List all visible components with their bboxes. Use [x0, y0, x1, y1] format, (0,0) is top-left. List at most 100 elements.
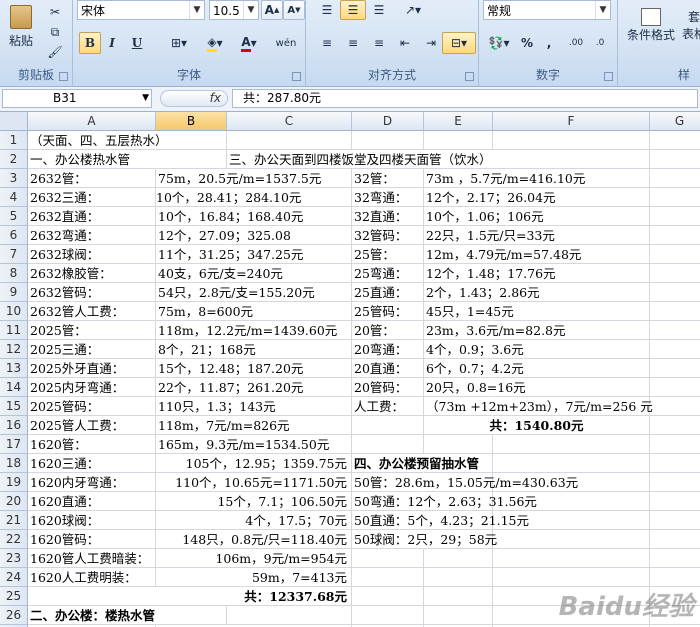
cell-e1[interactable]: [424, 131, 493, 150]
paste-button[interactable]: 粘贴: [4, 2, 38, 52]
cell-d17[interactable]: [352, 435, 424, 454]
row-header[interactable]: 10: [0, 302, 28, 321]
row-header[interactable]: 12: [0, 340, 28, 359]
cell-a23[interactable]: 1620管人工费暗装：: [28, 549, 156, 568]
cell-d14[interactable]: 20管码：: [352, 378, 424, 397]
increase-decimal-icon[interactable]: .00: [563, 32, 589, 54]
phonetic-button[interactable]: wén: [269, 32, 303, 54]
cell-a21[interactable]: 1620球阀：: [28, 511, 156, 530]
cell-a4[interactable]: 2632三通：: [28, 188, 156, 207]
row-header[interactable]: 6: [0, 226, 28, 245]
select-all-corner[interactable]: [0, 112, 28, 131]
cell-e10[interactable]: 45只，1=45元: [424, 302, 514, 321]
cell-b18[interactable]: 105个，12.95；1359.75元: [156, 454, 352, 473]
cell-d5[interactable]: 32直通：: [352, 207, 424, 226]
alignment-launcher-icon[interactable]: [465, 72, 474, 81]
cell-g1[interactable]: [650, 131, 700, 150]
cell-a7[interactable]: 2632球阀：: [28, 245, 156, 264]
cell-g14[interactable]: [650, 378, 700, 397]
cell-b4[interactable]: 10个，28.41；284.10元: [156, 188, 301, 207]
borders-icon[interactable]: ⊞▾: [163, 32, 195, 54]
cell-d9[interactable]: 25直通：: [352, 283, 424, 302]
cell-b13[interactable]: 15个，12.48；187.20元: [156, 359, 303, 378]
insert-function-button[interactable]: fx: [160, 90, 228, 107]
cell-d7[interactable]: 25管：: [352, 245, 424, 264]
row-header[interactable]: 19: [0, 473, 28, 492]
cell-a25[interactable]: 共：12337.68元: [28, 587, 352, 606]
column-header-d[interactable]: D: [352, 112, 424, 131]
cell-d22[interactable]: 50球阀：2只，29；58元: [352, 530, 497, 549]
cell-d13[interactable]: 20直通：: [352, 359, 424, 378]
cell-e12[interactable]: 4个，0.9；3.6元: [424, 340, 524, 359]
row-header[interactable]: 3: [0, 169, 28, 188]
cell-b5[interactable]: 10个，16.84；168.40元: [156, 207, 303, 226]
cell-d18[interactable]: 四、办公楼预留抽水管: [352, 454, 479, 473]
cell-a19[interactable]: 1620内牙弯通：: [28, 473, 156, 492]
cell-c26[interactable]: [227, 606, 352, 625]
cell-d12[interactable]: 20弯通：: [352, 340, 424, 359]
row-header[interactable]: 20: [0, 492, 28, 511]
copy-icon[interactable]: ⧉: [44, 22, 66, 42]
cell-g10[interactable]: [650, 302, 700, 321]
cell-d16[interactable]: [352, 416, 424, 435]
italic-button[interactable]: I: [101, 32, 123, 54]
cell-d20[interactable]: 50弯通：12个，2.63；31.56元: [352, 492, 537, 511]
cell-g16[interactable]: [650, 416, 700, 435]
cell-d26[interactable]: [352, 606, 424, 625]
cell-e5[interactable]: 10个，1.06；106元: [424, 207, 544, 226]
grow-font-button[interactable]: A ▲: [261, 0, 283, 20]
row-header[interactable]: 11: [0, 321, 28, 340]
cell-e23[interactable]: [424, 549, 493, 568]
row-header[interactable]: 14: [0, 378, 28, 397]
format-as-table-button[interactable]: 套 表格: [680, 2, 700, 48]
cell-d23[interactable]: [352, 549, 424, 568]
cell-b10[interactable]: 75m，8=600元: [156, 302, 253, 321]
font-name-select[interactable]: 宋体 ▼: [77, 0, 205, 20]
cell-g8[interactable]: [650, 264, 700, 283]
decrease-decimal-icon[interactable]: .0: [587, 32, 613, 54]
cell-f22[interactable]: [493, 530, 650, 549]
underline-button[interactable]: U: [123, 32, 151, 54]
cell-a18[interactable]: 1620三通：: [28, 454, 156, 473]
cell-g13[interactable]: [650, 359, 700, 378]
cell-g4[interactable]: [650, 188, 700, 207]
cell-b8[interactable]: 40支，6元/支=240元: [156, 264, 283, 283]
row-header[interactable]: 1: [0, 131, 28, 150]
cell-b6[interactable]: 12个，27.09；325.08: [156, 226, 291, 245]
cell-g15[interactable]: [650, 397, 700, 416]
cell-e26[interactable]: [424, 606, 493, 625]
cell-a9[interactable]: 2632管码：: [28, 283, 156, 302]
cell-g19[interactable]: [650, 473, 700, 492]
cell-b23[interactable]: 106m，9元/m=954元: [156, 549, 352, 568]
row-header[interactable]: 5: [0, 207, 28, 226]
cell-d6[interactable]: 32管码：: [352, 226, 424, 245]
cell-d8[interactable]: 25弯通：: [352, 264, 424, 283]
cell-g23[interactable]: [650, 549, 700, 568]
row-header[interactable]: 8: [0, 264, 28, 283]
cell-b21[interactable]: 4个，17.5；70元: [156, 511, 352, 530]
cell-f17[interactable]: [493, 435, 650, 454]
row-header[interactable]: 4: [0, 188, 28, 207]
cell-f23[interactable]: [493, 549, 650, 568]
cell-b22[interactable]: 148只，0.8元/只=118.40元: [156, 530, 352, 549]
cell-d19[interactable]: 50管：28.6m，15.05元/m=430.63元: [352, 473, 578, 492]
cell-b16[interactable]: 118m，7元/m=826元: [156, 416, 290, 435]
cell-g9[interactable]: [650, 283, 700, 302]
row-header[interactable]: 21: [0, 511, 28, 530]
cell-f10[interactable]: [493, 302, 650, 321]
cell-a15[interactable]: 2025管码：: [28, 397, 156, 416]
cell-a22[interactable]: 1620管码：: [28, 530, 156, 549]
cut-icon[interactable]: ✂: [44, 2, 66, 22]
cell-g3[interactable]: [650, 169, 700, 188]
align-bottom-icon[interactable]: ☰: [366, 0, 392, 20]
cell-g6[interactable]: [650, 226, 700, 245]
row-header[interactable]: 22: [0, 530, 28, 549]
cell-b26[interactable]: [156, 606, 227, 625]
formula-input[interactable]: 共：287.80元: [232, 89, 698, 108]
currency-icon[interactable]: 💱▾: [483, 32, 515, 54]
row-header[interactable]: 23: [0, 549, 28, 568]
cell-b11[interactable]: 118m，12.2元/m=1439.60元: [156, 321, 337, 340]
align-center-icon[interactable]: ≡: [340, 32, 366, 54]
cell-c2[interactable]: 三、办公天面到四楼饭堂及四楼天面管（饮水）: [227, 150, 650, 169]
cell-e9[interactable]: 2个，1.43；2.86元: [424, 283, 540, 302]
